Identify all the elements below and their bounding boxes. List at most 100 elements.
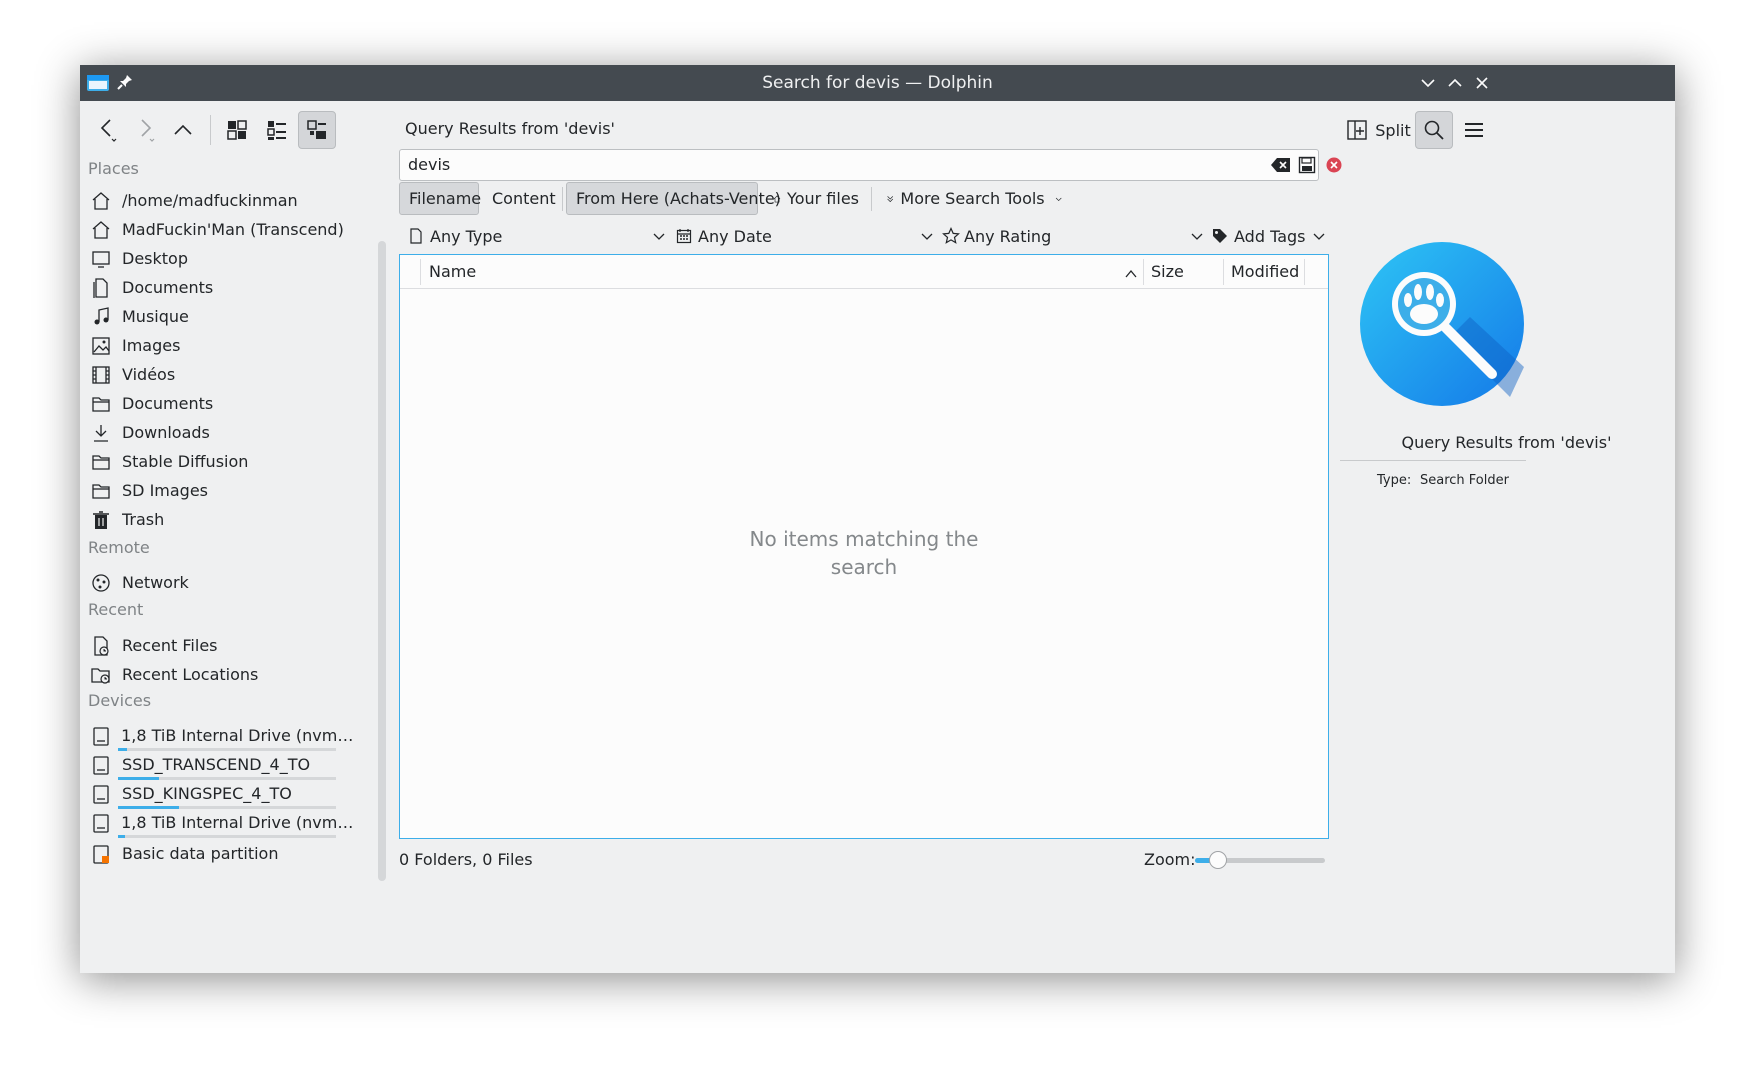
icons-view-button[interactable] [218,111,256,149]
sidebar-item[interactable]: Stable Diffusion [90,447,362,476]
hamburger-menu-button[interactable] [1455,111,1493,149]
rating-filter-select[interactable]: Any Rating [942,219,1204,253]
date-filter-value: Any Date [698,226,772,246]
minimize-icon[interactable] [1417,72,1439,94]
date-filter-select[interactable]: Any Date [676,219,934,253]
device-capacity-bar [118,835,336,838]
documents-icon [90,277,112,299]
sidebar-item-label: Musique [122,307,189,326]
sidebar-item-label: SSD_KINGSPEC_4_TO [122,784,292,803]
title-bar: Search for devis — Dolphin [80,65,1675,101]
sidebar-item[interactable]: Documents [90,389,362,418]
modified-column-header[interactable]: Modified [1231,255,1299,288]
folder-icon [90,393,112,415]
sidebar-scrollbar[interactable] [378,241,386,881]
compact-view-button[interactable] [258,111,296,149]
trash-icon [90,509,112,531]
your-files-chip[interactable]: Your files [764,182,868,215]
toolbar-separator [210,115,211,145]
folder-icon [90,451,112,473]
filename-chip-label: Filename [409,189,482,208]
clear-text-icon[interactable] [1270,156,1292,178]
sidebar-item[interactable]: Vidéos [90,360,362,389]
network-icon [90,572,112,594]
sidebar-item[interactable]: SSD_TRANSCEND_4_TO [90,750,362,779]
status-bar: 0 Folders, 0 Files Zoom: [399,845,1329,875]
empty-message-line: No items matching the [749,527,979,551]
sidebar-item-label: Documents [122,278,214,297]
zoom-slider-track[interactable] [1195,851,1325,869]
split-button[interactable]: Split [1346,111,1412,149]
sidebar-item[interactable]: Network [90,568,362,597]
up-button[interactable] [164,111,202,149]
sidebar-item[interactable]: MadFuckin'Man (Transcend) [90,215,362,244]
more-search-tools-button[interactable]: More Search Tools [877,182,1071,215]
search-folder-icon [1360,242,1524,410]
forward-button[interactable] [126,111,164,149]
maximize-icon[interactable] [1444,72,1466,94]
sidebar-item[interactable]: Downloads [90,418,362,447]
drive-icon [90,783,112,805]
file-view[interactable]: Name Size Modified No items matching the… [399,254,1329,839]
sidebar-item[interactable]: Desktop [90,244,362,273]
chevron-down-icon [1313,233,1325,240]
search-input[interactable]: devis [408,150,450,180]
sidebar-item[interactable]: Basic data partition [90,839,362,868]
type-filter-select[interactable]: Any Type [408,219,666,253]
sidebar-item[interactable]: 1,8 TiB Internal Drive (nvme0... [90,808,362,837]
from-here-chip[interactable]: From Here (Achats-Vente) [566,182,781,215]
sidebar-item-label: Recent Locations [122,665,259,684]
sidebar-item[interactable]: Musique [90,302,362,331]
column-separator [1223,259,1224,285]
sidebar-item-label: Stable Diffusion [122,452,249,471]
information-panel: Query Results from 'devis' Type: Search … [1338,157,1675,973]
size-column-header[interactable]: Size [1151,255,1184,288]
search-icon [1424,120,1444,140]
save-search-icon[interactable] [1298,156,1316,178]
star-icon [942,227,960,244]
downloads-icon [90,422,112,444]
filename-chip[interactable]: Filename [399,182,482,215]
home-icon [90,219,112,241]
sidebar-item[interactable]: SSD_KINGSPEC_4_TO [90,779,362,808]
sidebar-item[interactable]: Images [90,331,362,360]
sidebar-item-label: Trash [122,510,165,529]
drive-icon [90,754,112,776]
drive-icon [90,725,111,747]
sidebar-item[interactable]: Recent Locations [90,660,362,689]
close-icon[interactable] [1471,72,1493,94]
sort-ascending-icon[interactable] [1124,265,1138,284]
recent-section-label: Recent [88,600,144,619]
sidebar-item-label: SSD_TRANSCEND_4_TO [122,755,311,774]
info-type-value: Search Folder [1420,473,1509,488]
from-here-chip-label: From Here (Achats-Vente) [576,189,781,208]
desktop-icon [90,248,112,270]
hamburger-menu-icon [1465,123,1483,137]
tag-icon [1213,229,1227,243]
sidebar-item[interactable]: /home/madfuckinman [90,186,362,215]
sidebar-item[interactable]: Recent Files [90,631,362,660]
places-panel: Places /home/madfuckinman MadFuckin'Man (… [80,157,370,973]
sidebar-item[interactable]: Documents [90,273,362,302]
status-summary: 0 Folders, 0 Files [399,850,533,869]
name-column-header[interactable]: Name [429,255,476,288]
sidebar-item[interactable]: 1,8 TiB Internal Drive (nvme1... [90,721,362,750]
forward-arrow-icon [141,119,155,142]
drive-icon [90,812,111,834]
zoom-slider-handle[interactable] [1209,851,1228,869]
back-button[interactable] [88,111,126,149]
videos-icon [90,364,112,386]
places-section-label: Places [88,159,139,178]
search-button[interactable] [1415,111,1453,149]
sidebar-item[interactable]: Trash [90,505,362,534]
images-icon [90,335,112,357]
sidebar-item-label: Documents [122,394,214,413]
add-tags-button[interactable]: Add Tags [1212,219,1326,253]
details-view-button[interactable] [298,111,336,149]
home-icon [773,195,781,202]
content-chip[interactable]: Content [483,182,559,215]
sidebar-item-label: 1,8 TiB Internal Drive (nvme1... [121,726,362,745]
sidebar-item[interactable]: SD Images [90,476,362,505]
search-field[interactable]: devis [399,149,1319,181]
up-arrow-icon [174,124,192,135]
